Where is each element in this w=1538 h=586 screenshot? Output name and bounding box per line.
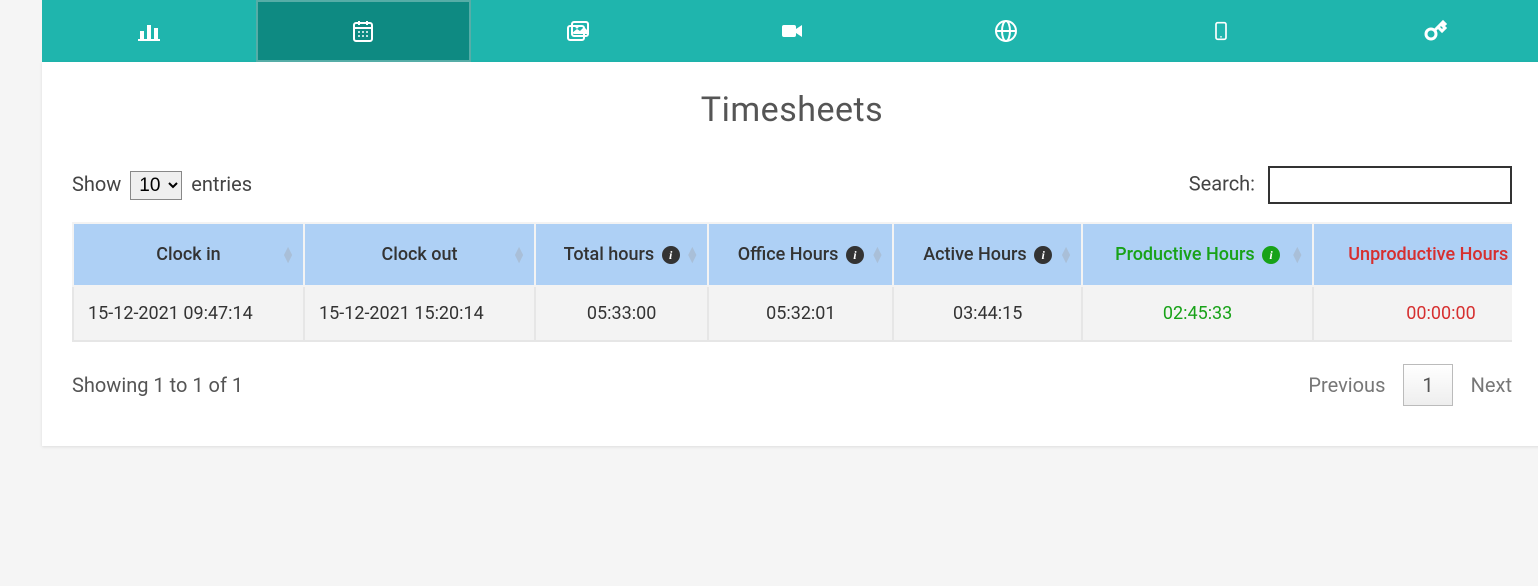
table-controls: Show 10 entries Search: bbox=[72, 166, 1512, 204]
show-prefix: Show bbox=[72, 172, 121, 196]
table-scroll[interactable]: Clock in ▲▼ Clock out ▲▼ Total hours i ▲… bbox=[72, 222, 1512, 342]
col-total-hours[interactable]: Total hours i ▲▼ bbox=[535, 223, 708, 286]
info-icon: i bbox=[1262, 246, 1280, 264]
cell-unproductive: 00:00:00 bbox=[1313, 286, 1512, 341]
bar-chart-icon bbox=[136, 18, 162, 44]
cell-clock-out: 15-12-2021 15:20:14 bbox=[304, 286, 535, 341]
show-entries: Show 10 entries bbox=[72, 171, 252, 200]
previous-button[interactable]: Previous bbox=[1308, 373, 1385, 397]
page-number[interactable]: 1 bbox=[1403, 364, 1452, 406]
globe-icon bbox=[993, 18, 1019, 44]
cell-clock-in: 15-12-2021 09:47:14 bbox=[73, 286, 304, 341]
calendar-icon bbox=[350, 18, 376, 44]
pagination: Previous 1 Next bbox=[1308, 364, 1512, 406]
page-title: Timesheets bbox=[72, 90, 1512, 130]
col-clock-out[interactable]: Clock out ▲▼ bbox=[304, 223, 535, 286]
col-clock-in[interactable]: Clock in ▲▼ bbox=[73, 223, 304, 286]
info-icon: i bbox=[846, 246, 864, 264]
cell-productive: 02:45:33 bbox=[1082, 286, 1313, 341]
sort-icon: ▲▼ bbox=[1290, 247, 1304, 263]
next-button[interactable]: Next bbox=[1471, 373, 1512, 397]
search-input[interactable] bbox=[1268, 166, 1512, 204]
sort-icon: ▲▼ bbox=[871, 247, 885, 263]
tab-dashboard[interactable] bbox=[42, 0, 256, 62]
timesheet-table: Clock in ▲▼ Clock out ▲▼ Total hours i ▲… bbox=[72, 222, 1512, 342]
col-productive-hours[interactable]: Productive Hours i ▲▼ bbox=[1082, 223, 1313, 286]
show-suffix: entries bbox=[191, 172, 252, 196]
info-icon: i bbox=[1034, 246, 1052, 264]
entries-select[interactable]: 10 bbox=[130, 171, 182, 200]
sort-icon: ▲▼ bbox=[512, 247, 526, 263]
sort-icon: ▲▼ bbox=[685, 247, 699, 263]
search-control: Search: bbox=[1189, 166, 1512, 204]
tab-key[interactable] bbox=[1328, 0, 1538, 62]
tab-web[interactable] bbox=[899, 0, 1113, 62]
col-unproductive-hours[interactable]: Unproductive Hours i ▲▼ bbox=[1313, 223, 1512, 286]
sort-icon: ▲▼ bbox=[1059, 247, 1073, 263]
cell-active: 03:44:15 bbox=[893, 286, 1082, 341]
showing-info: Showing 1 to 1 of 1 bbox=[72, 373, 243, 397]
tab-nav bbox=[42, 0, 1538, 62]
tab-screenshots[interactable] bbox=[471, 0, 685, 62]
images-icon bbox=[565, 18, 591, 44]
col-office-hours[interactable]: Office Hours i ▲▼ bbox=[708, 223, 893, 286]
table-row: 15-12-2021 09:47:14 15-12-2021 15:20:14 … bbox=[73, 286, 1512, 341]
tab-video[interactable] bbox=[685, 0, 899, 62]
video-icon bbox=[779, 18, 805, 44]
cell-total: 05:33:00 bbox=[535, 286, 708, 341]
tab-mobile[interactable] bbox=[1113, 0, 1327, 62]
mobile-icon bbox=[1208, 18, 1234, 44]
tab-timesheets[interactable] bbox=[256, 0, 470, 62]
cell-office: 05:32:01 bbox=[708, 286, 893, 341]
sort-icon: ▲▼ bbox=[281, 247, 295, 263]
col-active-hours[interactable]: Active Hours i ▲▼ bbox=[893, 223, 1082, 286]
info-icon: i bbox=[662, 246, 680, 264]
table-footer: Showing 1 to 1 of 1 Previous 1 Next bbox=[72, 364, 1512, 406]
key-icon bbox=[1422, 18, 1448, 44]
search-label: Search: bbox=[1189, 172, 1255, 196]
timesheets-panel: Timesheets Show 10 entries Search: Clock bbox=[42, 62, 1538, 446]
